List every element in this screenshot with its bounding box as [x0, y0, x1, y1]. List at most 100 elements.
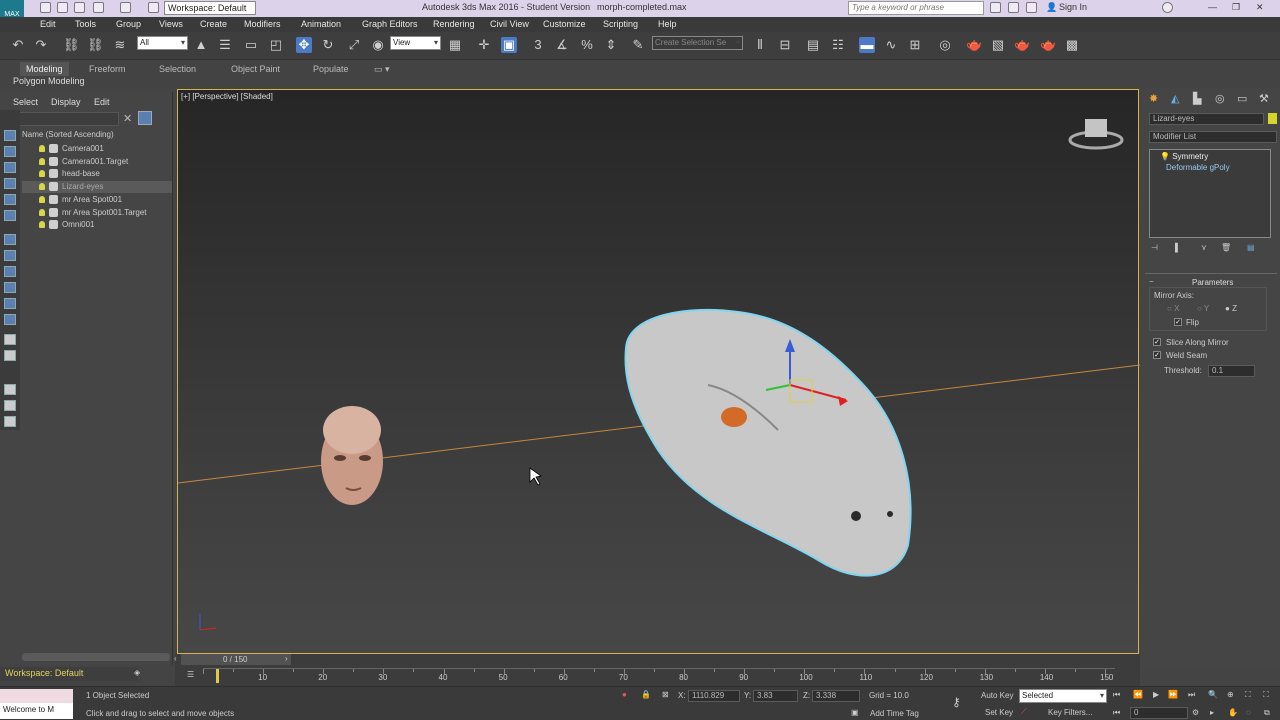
- curve-editor-icon[interactable]: ∿: [883, 37, 899, 53]
- key-filters-button[interactable]: Key Filters...: [1048, 708, 1092, 717]
- prev-frame-icon[interactable]: ‹: [174, 654, 177, 663]
- scene-item[interactable]: mr Area Spot001: [22, 194, 172, 206]
- time-slider[interactable]: 0 / 150: [181, 654, 291, 665]
- select-object-icon[interactable]: ▲: [193, 37, 209, 53]
- layer-explorer-icon[interactable]: ▤: [805, 37, 821, 53]
- display-none-icon[interactable]: [4, 130, 16, 141]
- ribbon-tab-object-paint[interactable]: Object Paint: [225, 62, 286, 76]
- scene-scrollbar[interactable]: [22, 653, 170, 661]
- axis-y-radio[interactable]: ○ Y: [1197, 304, 1209, 313]
- open-file-icon[interactable]: [57, 2, 68, 13]
- maximize-viewport-icon[interactable]: ⧉: [1264, 708, 1270, 718]
- scene-tab-display[interactable]: Display: [51, 97, 81, 107]
- display-xrefs-icon[interactable]: [4, 282, 16, 293]
- zoom-icon[interactable]: 🔍: [1208, 690, 1218, 699]
- scene-tab-select[interactable]: Select: [13, 97, 38, 107]
- auto-key-button[interactable]: Auto Key: [981, 691, 1013, 700]
- sync-selection-icon[interactable]: [4, 400, 16, 411]
- display-geometry-icon[interactable]: [4, 162, 16, 173]
- scene-tab-edit[interactable]: Edit: [94, 97, 110, 107]
- display-spacewarps-icon[interactable]: [4, 250, 16, 261]
- field-of-view-icon[interactable]: ▸: [1210, 708, 1214, 717]
- visibility-bulb-icon[interactable]: [39, 195, 45, 203]
- display-shapes-icon[interactable]: [4, 178, 16, 189]
- ribbon-tab-freeform[interactable]: Freeform: [83, 62, 132, 76]
- scene-item[interactable]: mr Area Spot001.Target: [22, 207, 172, 219]
- visibility-bulb-icon[interactable]: [39, 183, 45, 191]
- filter-icon[interactable]: [4, 384, 16, 395]
- rendered-frame-window-icon[interactable]: ▧: [990, 37, 1006, 53]
- material-editor-icon[interactable]: ◎: [937, 37, 953, 53]
- unlink-icon[interactable]: ⛓: [87, 37, 104, 53]
- configure-modifier-sets-icon[interactable]: ▤: [1247, 243, 1255, 252]
- scene-search-field[interactable]: [3, 112, 119, 126]
- bind-spacewarp-icon[interactable]: ≋: [112, 37, 128, 53]
- time-config-icon[interactable]: ⚙: [1192, 708, 1199, 717]
- favorite-star-icon[interactable]: [1026, 2, 1037, 13]
- find-icon[interactable]: [138, 111, 152, 125]
- menu-graph-editors[interactable]: Graph Editors: [362, 19, 418, 29]
- menu-group[interactable]: Group: [116, 19, 141, 29]
- select-by-name-icon[interactable]: ☰: [217, 37, 233, 53]
- rollout-collapse-icon[interactable]: −: [1149, 277, 1154, 286]
- display-cameras-icon[interactable]: [4, 210, 16, 221]
- new-file-icon[interactable]: [40, 2, 51, 13]
- project-folder-icon[interactable]: [148, 2, 159, 13]
- object-name-field[interactable]: Lizard-eyes: [1149, 113, 1264, 125]
- spinner-snap-icon[interactable]: ⇕: [603, 37, 619, 53]
- sign-in-link[interactable]: Sign In: [1059, 2, 1087, 12]
- axis-x-radio[interactable]: ○ X: [1167, 304, 1179, 313]
- perspective-viewport[interactable]: [177, 89, 1140, 654]
- keyboard-shortcut-toggle-icon[interactable]: ▣: [501, 37, 517, 53]
- z-coordinate-field[interactable]: 3.338: [812, 690, 860, 702]
- help-icon[interactable]: [1162, 2, 1173, 13]
- object-color-swatch[interactable]: [1268, 113, 1277, 124]
- display-groups-icon[interactable]: [4, 266, 16, 277]
- create-tab-icon[interactable]: ✸: [1149, 92, 1158, 105]
- pivot-center-icon[interactable]: ▦: [447, 37, 463, 53]
- workspace-label[interactable]: Workspace: Default: [0, 667, 138, 681]
- flip-checkbox[interactable]: ✓: [1174, 318, 1182, 326]
- maxscript-mini[interactable]: [0, 689, 73, 703]
- modifier-stack-item-symmetry[interactable]: 💡 Symmetry: [1160, 152, 1208, 161]
- ribbon-tab-selection[interactable]: Selection: [153, 62, 202, 76]
- rectangular-selection-icon[interactable]: ▭: [243, 37, 259, 53]
- ribbon-tab-modeling[interactable]: Modeling: [20, 62, 69, 76]
- menu-help[interactable]: Help: [658, 19, 677, 29]
- zoom-all-icon[interactable]: ⊕: [1227, 690, 1234, 699]
- menu-scripting[interactable]: Scripting: [603, 19, 638, 29]
- select-and-move-icon[interactable]: ✥: [296, 37, 312, 53]
- mirror-icon[interactable]: ⫴: [752, 37, 768, 53]
- menu-civil-view[interactable]: Civil View: [490, 19, 529, 29]
- select-and-rotate-icon[interactable]: ↻: [320, 37, 336, 53]
- angle-snap-icon[interactable]: ∡: [554, 37, 570, 53]
- select-and-scale-icon[interactable]: ⤢: [346, 37, 362, 53]
- pin-stack-icon[interactable]: ⊣: [1151, 243, 1158, 252]
- visibility-bulb-icon[interactable]: [39, 170, 45, 178]
- zoom-extents-all-icon[interactable]: ⛶: [1263, 690, 1269, 700]
- snaps-toggle-icon[interactable]: 3: [530, 37, 546, 53]
- set-key-icon[interactable]: ⟋: [1021, 707, 1027, 717]
- place-object-icon[interactable]: ◉: [370, 37, 386, 53]
- motion-tab-icon[interactable]: ◎: [1215, 92, 1225, 105]
- track-bar-menu-icon[interactable]: ☰: [187, 670, 194, 679]
- visibility-bulb-icon[interactable]: [39, 145, 45, 152]
- key-mode-dropdown[interactable]: Selected: [1019, 689, 1107, 703]
- workspace-dropdown[interactable]: Workspace: Default: [164, 1, 256, 15]
- search-input[interactable]: Type a keyword or phrase: [848, 1, 984, 15]
- visibility-bulb-icon[interactable]: [39, 208, 45, 216]
- align-icon[interactable]: ⊟: [777, 37, 793, 53]
- x-coordinate-field[interactable]: 1110.829: [688, 690, 740, 702]
- modify-tab-icon[interactable]: ◭: [1171, 92, 1179, 105]
- render-in-cloud-icon[interactable]: ▩: [1064, 37, 1080, 53]
- track-bar[interactable]: 10 20 30 40 50 60 70 80 90 100 110 120 130 140 150: [203, 668, 1115, 686]
- close-icon[interactable]: ✕: [1256, 2, 1264, 13]
- minimize-icon[interactable]: —: [1208, 2, 1217, 12]
- save-file-icon[interactable]: [74, 2, 85, 13]
- redo-icon[interactable]: [120, 2, 131, 13]
- visibility-bulb-icon[interactable]: [39, 221, 45, 229]
- render-production-icon[interactable]: 🫖: [1014, 37, 1030, 53]
- scene-item[interactable]: head-base: [22, 168, 172, 180]
- display-frozen-icon[interactable]: [4, 334, 16, 345]
- slice-along-mirror-checkbox[interactable]: ✓: [1153, 338, 1161, 346]
